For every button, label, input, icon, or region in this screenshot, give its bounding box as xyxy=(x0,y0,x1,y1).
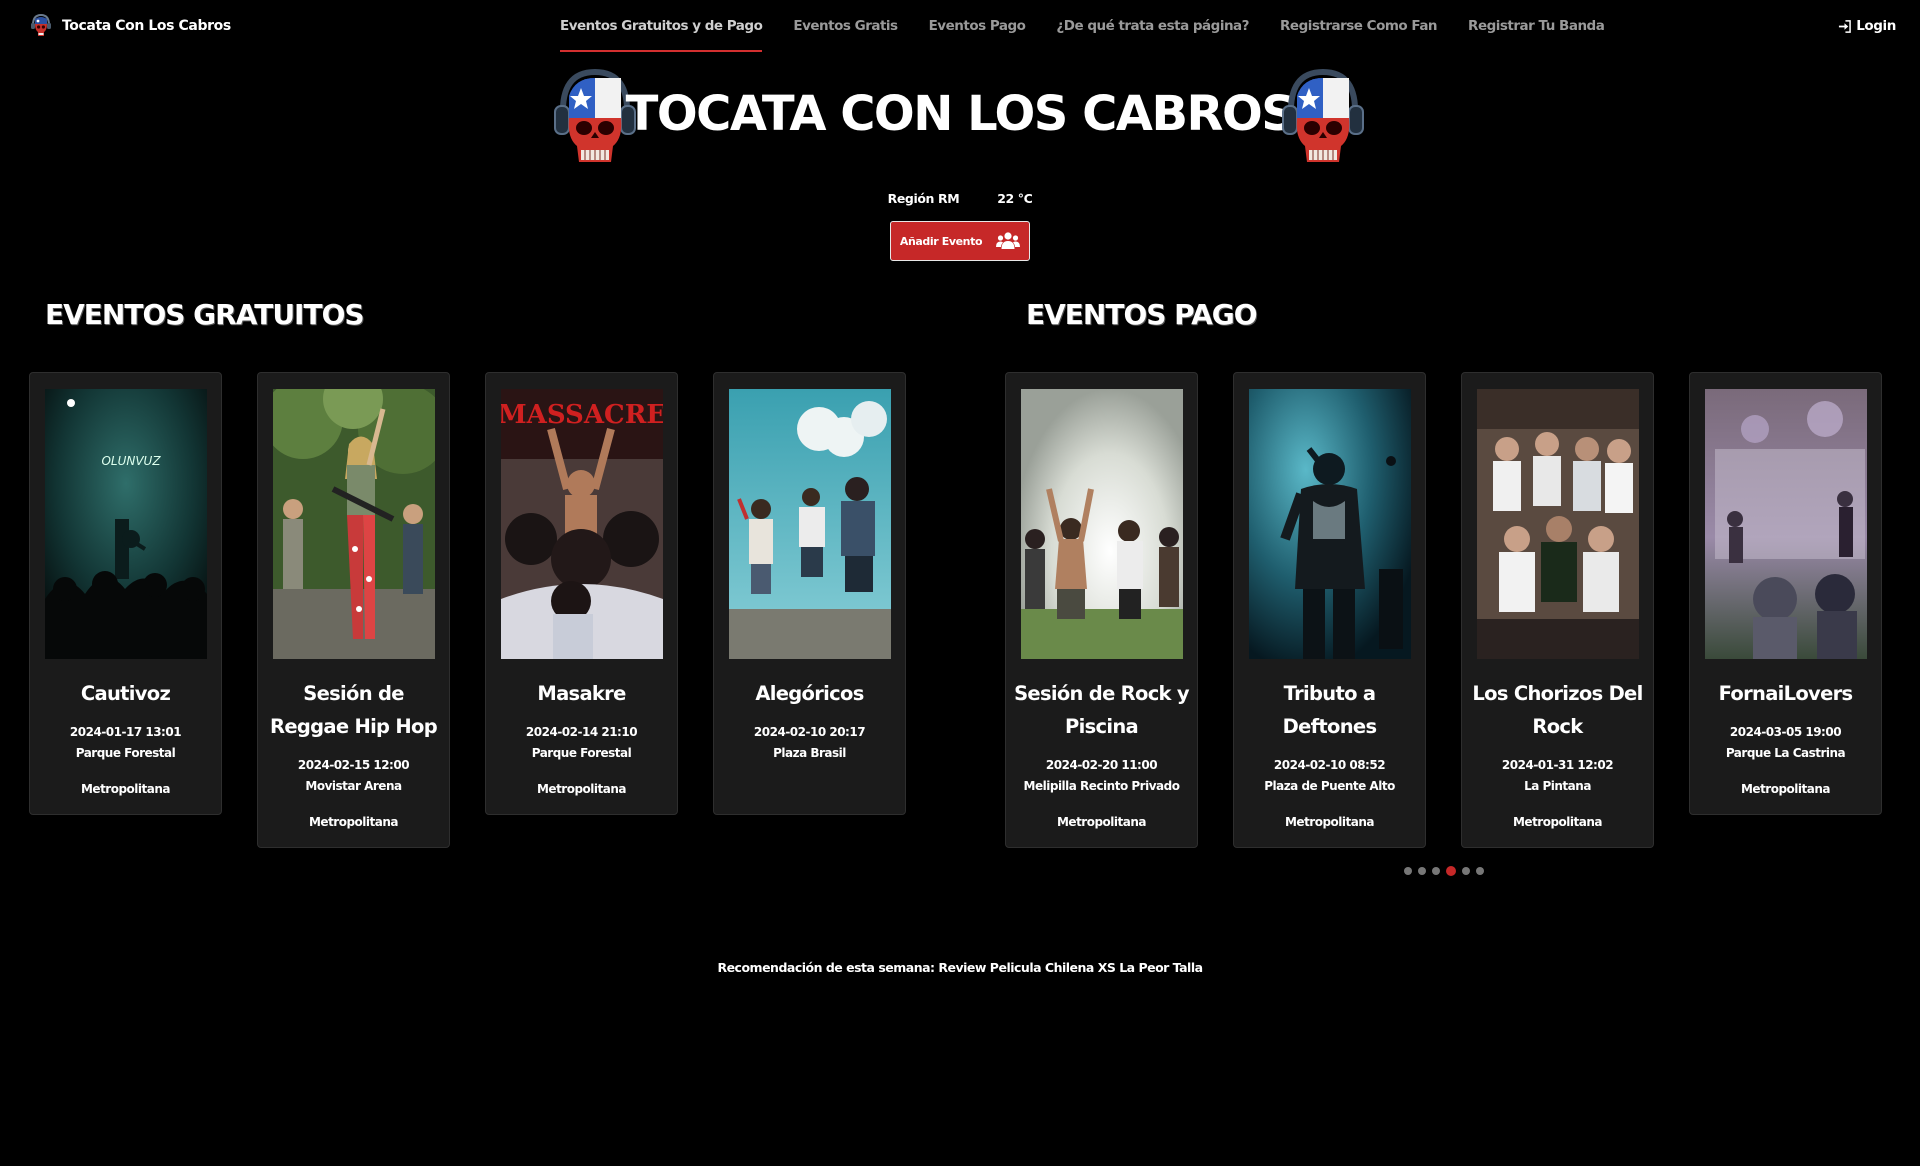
event-region: Metropolitana xyxy=(536,782,627,796)
add-event-button[interactable]: Añadir Evento xyxy=(890,221,1030,261)
event-title: Los Chorizos Del Rock xyxy=(1472,682,1643,738)
sign-in-icon xyxy=(1839,19,1852,33)
users-icon xyxy=(996,232,1021,249)
event-region: Metropolitana xyxy=(1512,815,1603,829)
recommendation-link[interactable]: Review Pelicula Chilena XS La Peor Talla xyxy=(938,960,1203,975)
svg-text:OLUNVUZ: OLUNVUZ xyxy=(101,454,161,468)
event-date: 2024-01-17 13:01 xyxy=(69,725,182,739)
event-title: Sesión de Rock y Piscina xyxy=(1014,682,1190,738)
carousel-dot[interactable] xyxy=(1418,867,1426,875)
event-venue: Melipilla Recinto Privado xyxy=(1023,779,1180,793)
nav-link-register-band[interactable]: Registrar Tu Banda xyxy=(1468,0,1605,54)
event-venue: Plaza de Puente Alto xyxy=(1264,779,1395,793)
nav-link-register-fan[interactable]: Registrarse Como Fan xyxy=(1280,0,1438,54)
event-image xyxy=(1477,389,1639,659)
weather-temperature: 22 °C xyxy=(997,191,1033,206)
navbar: Tocata Con Los Cabros Eventos Gratuitos … xyxy=(0,0,1920,54)
event-venue: Parque La Castrina xyxy=(1725,746,1846,760)
event-venue: Parque Forestal xyxy=(531,746,632,760)
event-card[interactable]: Alegóricos 2024-02-10 20:17 Plaza Brasil xyxy=(713,372,906,815)
hero-title: TOCATA CON LOS CABROS xyxy=(625,86,1296,142)
event-date: 2024-01-31 12:02 xyxy=(1501,758,1614,772)
event-card[interactable]: Los Chorizos Del Rock 2024-01-31 12:02 L… xyxy=(1461,372,1654,848)
event-card[interactable]: Tributo a Deftones 2024-02-10 08:52 Plaz… xyxy=(1233,372,1426,848)
skull-headphones-icon xyxy=(31,13,51,36)
image-caption: MASSACRE xyxy=(501,400,663,430)
event-image: MASSACRE xyxy=(501,389,663,659)
event-image xyxy=(1705,389,1867,659)
event-region: Metropolitana xyxy=(1284,815,1375,829)
weekly-recommendation: Recomendación de esta semana: Review Pel… xyxy=(0,960,1920,975)
carousel-dot[interactable] xyxy=(1432,867,1440,875)
weather-widget: Región RM 22 °C xyxy=(0,191,1920,206)
event-card[interactable]: OLUNVUZ Cautivoz 2024-01-17 13:01 Parque… xyxy=(29,372,222,815)
event-date: 2024-02-14 21:10 xyxy=(525,725,638,739)
event-date: 2024-03-05 19:00 xyxy=(1729,725,1842,739)
event-date: 2024-02-20 11:00 xyxy=(1045,758,1158,772)
carousel-indicators xyxy=(1404,866,1484,876)
event-image xyxy=(729,389,891,659)
event-venue: Parque Forestal xyxy=(75,746,176,760)
weather-region: Región RM xyxy=(887,191,960,206)
nav-link-free-events[interactable]: Eventos Gratis xyxy=(793,0,898,54)
free-events-heading: EVENTOS GRATUITOS xyxy=(45,298,365,331)
event-title: Alegóricos xyxy=(755,682,864,705)
event-card[interactable]: Sesión de Reggae Hip Hop 2024-02-15 12:0… xyxy=(257,372,450,848)
carousel-dot[interactable] xyxy=(1476,867,1484,875)
event-venue: La Pintana xyxy=(1524,779,1591,793)
brand-link[interactable]: Tocata Con Los Cabros xyxy=(30,13,231,39)
event-venue: Movistar Arena xyxy=(305,779,402,793)
nav-link-about[interactable]: ¿De qué trata esta página? xyxy=(1056,0,1249,54)
recommendation-prefix: Recomendación de esta semana: xyxy=(717,960,935,975)
carousel-dot[interactable] xyxy=(1404,867,1412,875)
add-event-label: Añadir Evento xyxy=(899,234,983,248)
event-title: Cautivoz xyxy=(80,682,171,705)
event-card[interactable]: Sesión de Rock y Piscina 2024-02-20 11:0… xyxy=(1005,372,1198,848)
event-region: Metropolitana xyxy=(308,815,399,829)
event-card[interactable]: FornaiLovers 2024-03-05 19:00 Parque La … xyxy=(1689,372,1882,815)
event-region: Metropolitana xyxy=(1056,815,1147,829)
paid-events-heading: EVENTOS PAGO xyxy=(1026,298,1258,331)
main-nav: Eventos Gratuitos y de Pago Eventos Grat… xyxy=(560,0,1635,54)
event-date: 2024-02-10 08:52 xyxy=(1273,758,1386,772)
carousel-dot-active[interactable] xyxy=(1446,866,1456,876)
event-image: OLUNVUZ xyxy=(45,389,207,659)
event-title: Masakre xyxy=(537,682,626,705)
event-image xyxy=(1249,389,1411,659)
login-button[interactable]: Login xyxy=(1838,18,1896,34)
event-title: Tributo a Deftones xyxy=(1282,682,1377,738)
login-label: Login xyxy=(1856,18,1896,34)
carousel-dot[interactable] xyxy=(1462,867,1470,875)
event-venue: Plaza Brasil xyxy=(773,746,846,760)
event-image xyxy=(273,389,435,659)
event-image xyxy=(1021,389,1183,659)
skull-headphones-chile-flag-icon xyxy=(1282,68,1364,162)
nav-link-all-events[interactable]: Eventos Gratuitos y de Pago xyxy=(560,0,763,54)
event-region: Metropolitana xyxy=(1740,782,1831,796)
event-region: Metropolitana xyxy=(80,782,171,796)
nav-link-paid-events[interactable]: Eventos Pago xyxy=(929,0,1026,54)
brand-name: Tocata Con Los Cabros xyxy=(62,18,231,34)
event-date: 2024-02-15 12:00 xyxy=(297,758,410,772)
event-date: 2024-02-10 20:17 xyxy=(753,725,866,739)
event-card[interactable]: MASSACRE Masakre 2024-02-14 21:10 Parque… xyxy=(485,372,678,815)
event-title: FornaiLovers xyxy=(1718,682,1854,705)
event-title: Sesión de Reggae Hip Hop xyxy=(270,682,438,738)
hero: TOCATA CON LOS CABROS xyxy=(0,62,1920,172)
